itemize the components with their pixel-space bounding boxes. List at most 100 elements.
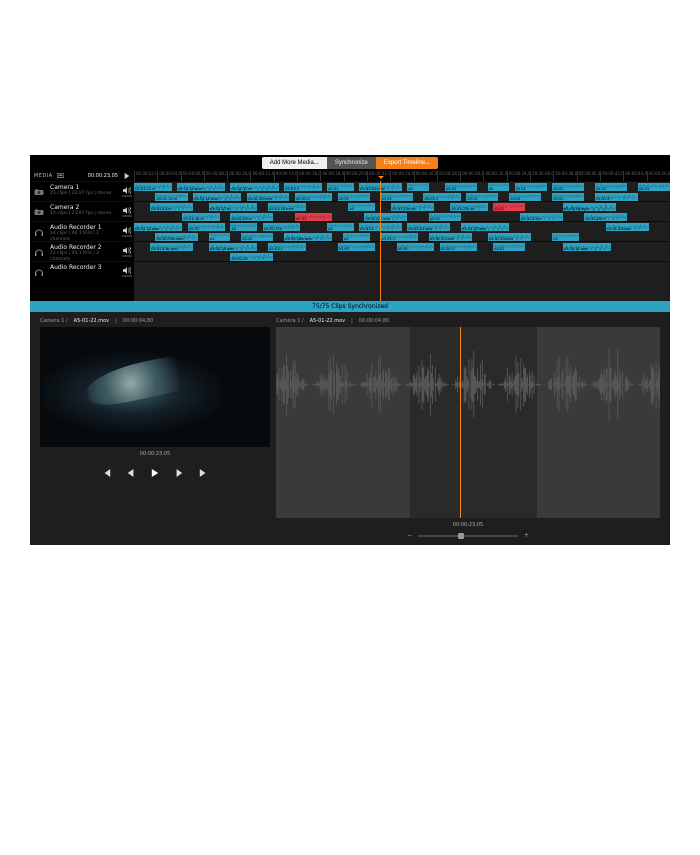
timeline-clip[interactable]: A5-01-25.wav bbox=[488, 233, 531, 241]
timeline-clip[interactable]: A5 bbox=[488, 183, 509, 191]
timeline-clip[interactable]: A5-01-16.m bbox=[182, 213, 220, 221]
timeline-clip[interactable]: A5-01-2 bbox=[440, 243, 478, 251]
timeline-clip[interactable]: A5-01-17.m bbox=[230, 183, 278, 191]
step-fwd-icon[interactable] bbox=[175, 469, 183, 477]
timeline-clip[interactable]: A5-01-17b bbox=[263, 223, 301, 231]
preview-frame[interactable] bbox=[40, 327, 270, 447]
timeline-clip[interactable]: A5-01-30.wav bbox=[606, 223, 649, 231]
timeline-clip[interactable]: A5-01 bbox=[295, 213, 333, 221]
timeline-clip[interactable]: A5-01-21.wav bbox=[407, 223, 450, 231]
timeline-clip[interactable]: A5-01-1 bbox=[268, 243, 306, 251]
timeline-clip[interactable]: A5-01-15 bbox=[230, 253, 273, 261]
timeline-clip[interactable]: A5-01-22.wav bbox=[429, 233, 472, 241]
timeline-clip[interactable]: A5-01-1 bbox=[359, 223, 402, 231]
play-icon[interactable] bbox=[124, 173, 130, 179]
timeline-clip[interactable]: A5-01-41.wav bbox=[563, 243, 611, 251]
timeline-clip[interactable]: A5-01-15.mov bbox=[193, 193, 241, 201]
timeline-clip[interactable]: A5-01-22.mov bbox=[364, 213, 407, 221]
speaker-icon[interactable] bbox=[120, 262, 134, 281]
timeline-clip[interactable]: A5 bbox=[552, 233, 579, 241]
timeline-clip[interactable]: A5-01 bbox=[552, 193, 584, 201]
timeline-clip[interactable]: A5-01-13.m bbox=[155, 193, 187, 201]
timeline-clip[interactable]: A5-01 bbox=[552, 183, 584, 191]
timeline-clip[interactable]: A5-01 bbox=[241, 233, 273, 241]
timeline-clip[interactable]: A5 bbox=[348, 203, 375, 211]
timeline-clip[interactable]: A5-01-12.m bbox=[134, 183, 172, 191]
add-media-button[interactable]: Add More Media... bbox=[262, 157, 327, 169]
timeline-clip[interactable]: A5-01 bbox=[338, 243, 376, 251]
skip-end-icon[interactable] bbox=[199, 469, 207, 477]
skip-start-icon[interactable] bbox=[103, 469, 111, 477]
timeline[interactable]: 00:00:02,0000:00:04,0000:00:06,0000:00:0… bbox=[134, 171, 670, 301]
timeline-clip[interactable]: A5-01-13b.wav bbox=[150, 243, 193, 251]
timeline-lane[interactable]: A5-01-14.m A5-01-17.m A5-01-18.mov A5 A5-01-… bbox=[134, 201, 670, 221]
export-timeline-button[interactable]: Export Timeline... bbox=[376, 157, 438, 169]
timeline-clip[interactable]: A5-02 bbox=[493, 203, 525, 211]
timeline-clip[interactable]: A5-01-2 bbox=[295, 193, 333, 201]
track-header[interactable]: Camera 1 23 clips | 23.97 fps | stereo bbox=[30, 181, 134, 201]
timeline-clip[interactable]: A5-01-23a.m bbox=[391, 203, 434, 211]
timeline-clip[interactable]: A5-01 bbox=[327, 183, 354, 191]
timeline-lane[interactable] bbox=[134, 261, 670, 281]
timeline-clip[interactable]: A5-01-3 bbox=[595, 193, 638, 201]
timeline-clip[interactable]: A5-01 bbox=[595, 183, 627, 191]
play-icon[interactable] bbox=[151, 469, 159, 477]
speaker-icon[interactable] bbox=[120, 182, 134, 201]
timeline-clip[interactable]: A5-01-29.m bbox=[584, 213, 627, 221]
timeline-clip[interactable]: A5-02-26.mov bbox=[563, 203, 617, 211]
timeline-clip[interactable]: A5-01-13b.wav bbox=[155, 233, 198, 241]
track-meta: 13 clips | 23.97 fps | stereo bbox=[50, 211, 118, 217]
step-back-icon[interactable] bbox=[127, 469, 135, 477]
timeline-clip[interactable]: A5-01-18b.wav bbox=[284, 233, 332, 241]
timeline-lane[interactable]: A5-01-12.m A5-01-14.mov A5-01-17.m A5-01-1 A… bbox=[134, 181, 670, 201]
waveform-cursor[interactable] bbox=[460, 327, 461, 518]
timeline-clip[interactable]: A5-01-22.mov bbox=[359, 183, 402, 191]
timeline-clip[interactable]: A5-01 bbox=[397, 243, 435, 251]
timeline-clip[interactable]: A5-01 bbox=[515, 183, 547, 191]
timeline-clip[interactable]: A5-01-14.wav bbox=[209, 243, 257, 251]
timeline-clip[interactable]: A5-01-23b.m bbox=[450, 203, 488, 211]
timeline-clip[interactable]: A5-01 bbox=[466, 193, 498, 201]
timeline-clip[interactable]: A5 bbox=[230, 223, 257, 231]
track-header[interactable]: Audio Recorder 3 bbox=[30, 261, 134, 281]
timeline-clip[interactable]: A5-01-18.mov bbox=[268, 203, 306, 211]
timeline-clip[interactable]: A5-01 bbox=[429, 213, 461, 221]
timeline-clip[interactable]: A5-01 bbox=[381, 193, 413, 201]
timeline-clip[interactable]: A5-01 bbox=[493, 243, 525, 251]
timeline-clip[interactable]: A5-01 bbox=[445, 183, 477, 191]
timeline-clip[interactable]: A5-01-14.mov bbox=[177, 183, 225, 191]
timeline-clip[interactable]: A5 bbox=[343, 233, 370, 241]
speaker-icon[interactable] bbox=[120, 222, 134, 241]
track-header[interactable]: Audio Recorder 2 12 clips | 44.1 KHz | 2… bbox=[30, 241, 134, 261]
timeline-lane[interactable]: A5-01-13b.wav A5-01-14.wav A5-01-1 A5-01 A5-… bbox=[134, 241, 670, 261]
timeline-clip[interactable]: A5 bbox=[407, 183, 428, 191]
timeline-clip[interactable]: A5-01-14.m bbox=[150, 203, 193, 211]
timeline-clip[interactable]: A5-01 bbox=[638, 183, 670, 191]
waveform-display[interactable] bbox=[276, 327, 660, 518]
timeline-clip[interactable]: A5-01-12.wav bbox=[134, 223, 182, 231]
timeline-clip[interactable]: A5-01-18.mov bbox=[247, 193, 290, 201]
timeline-clip[interactable]: A5-01-24.m bbox=[520, 213, 563, 221]
timeline-clip[interactable]: A1 bbox=[209, 233, 230, 241]
synchronize-button[interactable]: Synchronize bbox=[327, 157, 376, 169]
zoom-out-icon[interactable]: − bbox=[407, 532, 412, 539]
timeline-clip[interactable]: A5-01-23.wav bbox=[461, 223, 509, 231]
timeline-clip[interactable]: A5-01 bbox=[338, 193, 370, 201]
track-header[interactable]: Audio Recorder 1 14 clips | 44.1 KHz | 2… bbox=[30, 221, 134, 241]
timeline-clip[interactable]: A5 bbox=[327, 223, 354, 231]
timeline-clip[interactable]: A5-01-1 bbox=[381, 233, 419, 241]
timeline-lane[interactable]: A5-01-12.wav A5-01 A5 A5-01-17b A5 A5-01-1 A5-… bbox=[134, 221, 670, 241]
timeline-clip[interactable]: A5-01-17.m bbox=[209, 203, 257, 211]
timeline-clip[interactable]: A5-01-25.m bbox=[230, 213, 273, 221]
timeline-clip[interactable]: A5-01-1 bbox=[284, 183, 322, 191]
zoom-in-icon[interactable]: + bbox=[524, 532, 529, 539]
timeline-clip[interactable]: A5-01-2 bbox=[423, 193, 461, 201]
speaker-icon[interactable] bbox=[120, 242, 134, 261]
timeline-clip[interactable]: A5-01 bbox=[188, 223, 226, 231]
time-ruler[interactable]: 00:00:02,0000:00:04,0000:00:06,0000:00:0… bbox=[134, 171, 670, 181]
ruler-tick: 00:00:02,00 bbox=[134, 171, 157, 181]
zoom-slider[interactable] bbox=[418, 535, 518, 537]
track-header[interactable]: Camera 2 13 clips | 23.97 fps | stereo bbox=[30, 201, 134, 221]
timeline-clip[interactable]: A5-01 bbox=[509, 193, 541, 201]
speaker-icon[interactable] bbox=[120, 202, 134, 221]
